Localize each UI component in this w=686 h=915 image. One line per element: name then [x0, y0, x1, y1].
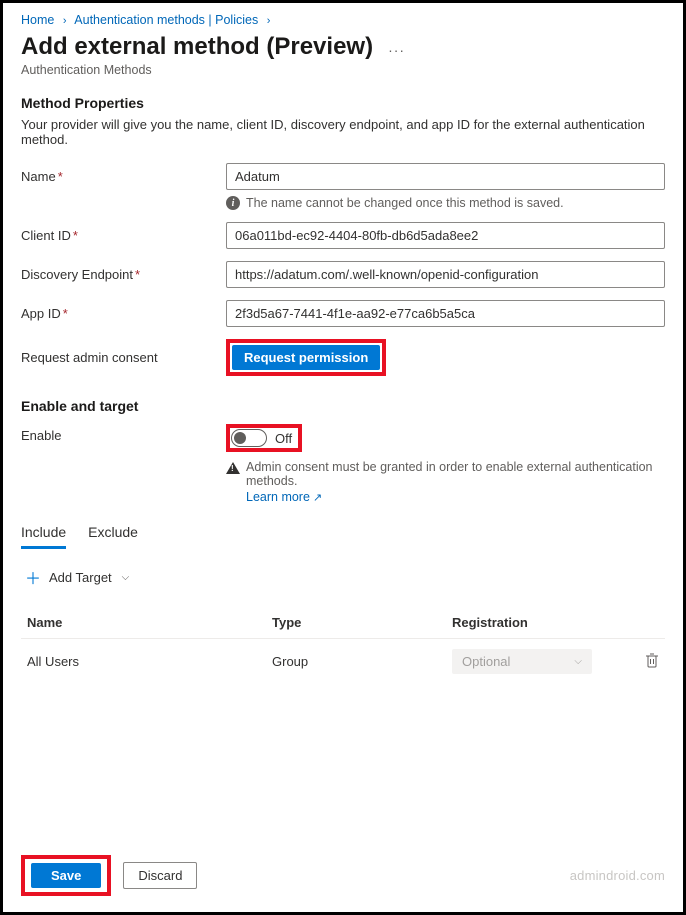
tab-include[interactable]: Include	[21, 524, 66, 549]
highlight-request-permission: Request permission	[226, 339, 386, 376]
label-discovery-endpoint: Discovery Endpoint*	[21, 261, 226, 282]
name-note: i The name cannot be changed once this m…	[226, 196, 665, 210]
breadcrumb-home[interactable]: Home	[21, 13, 54, 27]
enable-toggle[interactable]	[231, 429, 267, 447]
chevron-down-icon: ⌵	[574, 656, 582, 667]
discovery-endpoint-field[interactable]	[226, 261, 665, 288]
cell-target-name: All Users	[27, 654, 272, 669]
enable-warning-note: Admin consent must be granted in order t…	[226, 460, 665, 504]
breadcrumb-policies[interactable]: Authentication methods | Policies	[74, 13, 258, 27]
column-header-type: Type	[272, 615, 452, 630]
page-title: Add external method (Preview)	[21, 33, 373, 61]
discard-button[interactable]: Discard	[123, 862, 197, 889]
client-id-field[interactable]	[226, 222, 665, 249]
registration-select[interactable]: Optional ⌵	[452, 649, 592, 674]
delete-icon[interactable]	[645, 655, 659, 671]
chevron-right-icon: ›	[267, 15, 271, 27]
table-row: All Users Group Optional ⌵	[21, 639, 665, 684]
cell-target-type: Group	[272, 654, 452, 669]
highlight-enable-toggle: Off	[226, 424, 302, 452]
learn-more-link[interactable]: Learn more↗	[246, 490, 665, 504]
external-link-icon: ↗	[313, 492, 322, 504]
warning-icon	[226, 462, 240, 474]
add-target-button[interactable]: ＋ Add Target ⌵	[25, 565, 665, 589]
label-app-id: App ID*	[21, 300, 226, 321]
column-header-registration: Registration	[452, 615, 612, 630]
enable-toggle-label: Off	[275, 431, 292, 446]
label-name: Name*	[21, 163, 226, 184]
footer-bar: Save Discard admindroid.com	[3, 845, 683, 912]
include-exclude-tabs: Include Exclude	[21, 524, 665, 549]
more-options-icon[interactable]: ···	[388, 42, 405, 58]
label-client-id: Client ID*	[21, 222, 226, 243]
tab-exclude[interactable]: Exclude	[88, 524, 138, 549]
app-id-field[interactable]	[226, 300, 665, 327]
column-header-name: Name	[27, 615, 272, 630]
breadcrumb: Home › Authentication methods | Policies…	[21, 13, 665, 27]
plus-icon: ＋	[25, 565, 41, 589]
page-subtitle: Authentication Methods	[21, 63, 665, 77]
highlight-save: Save	[21, 855, 111, 896]
label-enable: Enable	[21, 424, 226, 443]
section-heading-enable: Enable and target	[21, 398, 665, 414]
chevron-right-icon: ›	[63, 15, 67, 27]
request-permission-button[interactable]: Request permission	[232, 345, 380, 370]
watermark: admindroid.com	[570, 868, 665, 883]
targets-table-header: Name Type Registration	[21, 607, 665, 639]
name-field[interactable]	[226, 163, 665, 190]
save-button[interactable]: Save	[31, 863, 101, 888]
section-heading-properties: Method Properties	[21, 95, 665, 111]
chevron-down-icon: ⌵	[122, 572, 130, 583]
info-icon: i	[226, 196, 240, 210]
label-request-consent: Request admin consent	[21, 350, 226, 365]
section-desc-properties: Your provider will give you the name, cl…	[21, 117, 665, 147]
